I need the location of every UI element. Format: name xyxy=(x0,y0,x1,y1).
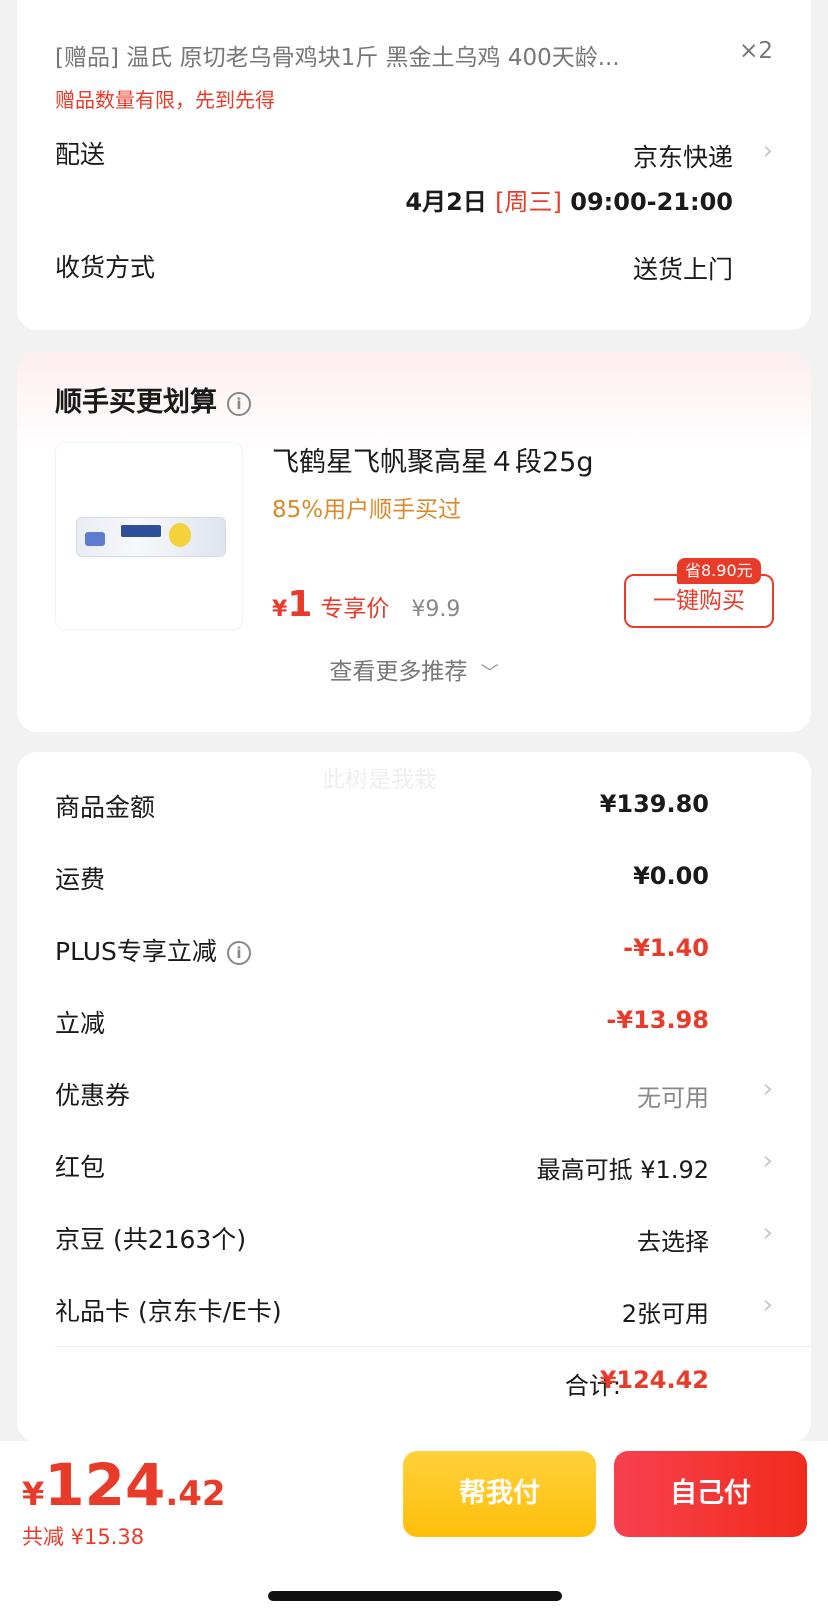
shipping-fee-value: ¥0.00 xyxy=(633,862,709,890)
plus-discount-text: PLUS专享立减 xyxy=(55,937,217,966)
product-image[interactable] xyxy=(55,442,243,630)
recommend-header: 顺手买更划算 i xyxy=(55,380,251,419)
product-name[interactable]: 飞鹤星飞帆聚高星４段25g xyxy=(272,440,594,479)
see-more-label[interactable]: 查看更多推荐 xyxy=(329,659,467,685)
original-price: ¥9.9 xyxy=(411,597,461,622)
chevron-right-icon[interactable]: › xyxy=(763,1290,773,1320)
watermark: 此树是我栽 xyxy=(322,767,437,793)
gift-quantity: ×2 xyxy=(739,38,773,64)
shipping-label: 配送 xyxy=(55,140,106,169)
shipping-fee-label: 运费 xyxy=(55,865,106,894)
instant-discount-value: -¥13.98 xyxy=(606,1006,709,1034)
product-users-bought: 85%用户顺手买过 xyxy=(272,497,462,523)
goods-amount-label: 商品金额 xyxy=(55,793,156,822)
info-icon[interactable]: i xyxy=(227,391,251,416)
receive-method-value[interactable]: 送货上门 xyxy=(633,250,733,286)
price-value: 1 xyxy=(287,584,313,625)
pay-amount-integer: 124 xyxy=(44,1451,166,1519)
goods-amount-value: ¥139.80 xyxy=(599,790,709,818)
total-saving: 共减 ¥15.38 xyxy=(22,1525,145,1549)
product-package-graphic xyxy=(76,517,226,557)
pay-amount: ¥124.42 xyxy=(22,1451,226,1519)
chevron-right-icon[interactable]: › xyxy=(763,1074,773,1104)
delivery-weekday: [周三] xyxy=(495,188,562,216)
pay-amount-decimal: .42 xyxy=(165,1474,226,1514)
delivery-time[interactable]: 4月2日 [周三] 09:00-21:00 xyxy=(405,182,733,217)
red-packet-value[interactable]: 最高可抵 ¥1.92 xyxy=(537,1150,709,1185)
plus-discount-value: -¥1.40 xyxy=(623,934,709,962)
help-me-pay-button[interactable]: 帮我付 xyxy=(403,1451,596,1537)
delivery-card: [赠品] 温氏 原切老乌骨鸡块1斤 黑金土乌鸡 400天龄... ×2 赠品数量… xyxy=(17,0,811,330)
home-indicator[interactable] xyxy=(268,1591,562,1601)
price-tag: 专享价 xyxy=(320,596,390,622)
checkout-bar: ¥124.42 共减 ¥15.38 帮我付 自己付 xyxy=(0,1441,828,1618)
jd-beans-value[interactable]: 去选择 xyxy=(637,1222,709,1257)
chevron-right-icon[interactable]: › xyxy=(763,1218,773,1248)
delivery-date: 4月2日 xyxy=(405,188,487,216)
coupon-label: 优惠券 xyxy=(55,1081,131,1110)
gift-card-label: 礼品卡 (京东卡/E卡) xyxy=(55,1297,282,1326)
gift-notice: 赠品数量有限，先到先得 xyxy=(55,88,275,112)
chevron-down-icon[interactable]: ﹀ xyxy=(481,663,499,684)
receive-method-label: 收货方式 xyxy=(55,253,156,282)
red-packet-label: 红包 xyxy=(55,1153,106,1182)
shipping-method[interactable]: 京东快递 xyxy=(633,138,733,174)
price-summary-card: 此树是我栽 商品金额 ¥139.80 运费 ¥0.00 PLUS专享立减 i -¥… xyxy=(17,752,811,1442)
divider xyxy=(55,1346,811,1347)
save-badge: 省8.90元 xyxy=(677,558,761,584)
see-more-recommendations[interactable]: 查看更多推荐 ﹀ xyxy=(17,652,811,686)
coupon-value[interactable]: 无可用 xyxy=(637,1078,709,1113)
recommend-title: 顺手买更划算 xyxy=(55,387,217,418)
delivery-window: 09:00-21:00 xyxy=(570,188,733,216)
product-price: ¥1 专享价 ¥9.9 xyxy=(272,584,460,625)
plus-discount-label: PLUS专享立减 i xyxy=(55,932,251,968)
pay-currency: ¥ xyxy=(22,1475,45,1513)
total-value: ¥124.42 xyxy=(599,1366,709,1394)
info-icon[interactable]: i xyxy=(226,941,251,965)
pay-myself-button[interactable]: 自己付 xyxy=(614,1451,807,1537)
instant-discount-label: 立减 xyxy=(55,1009,106,1038)
gift-item-title: [赠品] 温氏 原切老乌骨鸡块1斤 黑金土乌鸡 400天龄... xyxy=(55,45,620,71)
recommend-card: 顺手买更划算 i 飞鹤星飞帆聚高星４段25g 85%用户顺手买过 ¥1 专享价 ¥9.… xyxy=(17,352,811,732)
jd-beans-label: 京豆 (共2163个) xyxy=(55,1225,247,1254)
chevron-right-icon[interactable]: › xyxy=(763,1146,773,1176)
gift-card-value[interactable]: 2张可用 xyxy=(622,1294,709,1329)
price-currency: ¥ xyxy=(272,597,288,622)
chevron-right-icon[interactable]: › xyxy=(763,136,773,166)
